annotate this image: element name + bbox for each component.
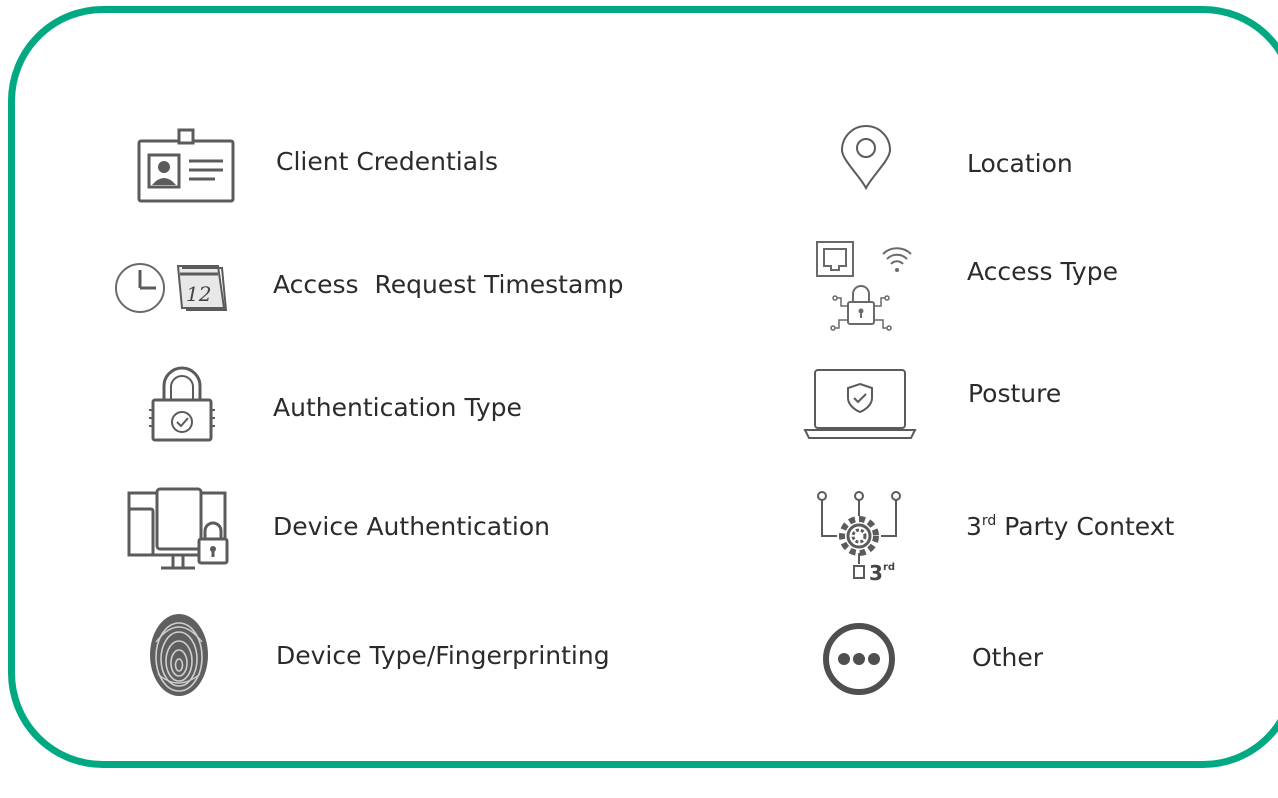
label-suffix: Party Context <box>996 512 1175 541</box>
padlock-check-icon <box>149 366 215 444</box>
more-dots-icon <box>820 620 898 698</box>
badge-number: 3 <box>869 561 883 585</box>
clock-calendar-icon: 12 <box>106 258 230 314</box>
item-label: Device Authentication <box>273 512 550 541</box>
gear-network-3rd-icon: 3 rd <box>815 488 915 585</box>
item-label: Device Type/Fingerprinting <box>276 641 610 670</box>
item-label: 3rd Party Context <box>966 512 1174 542</box>
map-pin-icon <box>840 125 892 191</box>
item-label: Other <box>972 643 1043 672</box>
label-prefix: 3 <box>966 512 982 541</box>
calendar-day: 12 <box>186 282 211 306</box>
item-label: Client Credentials <box>276 147 499 176</box>
devices-lock-icon <box>127 487 231 575</box>
item-label: Access Request Timestamp <box>273 270 624 299</box>
item-label: Posture <box>968 379 1062 408</box>
ethernet-wifi-lock-icon <box>815 240 917 332</box>
item-label: Authentication Type <box>273 393 522 422</box>
item-label: Access Type <box>967 257 1118 286</box>
badge-sup: rd <box>883 562 895 573</box>
fingerprint-icon <box>148 612 210 698</box>
item-label: Location <box>967 149 1073 178</box>
label-sup: rd <box>981 513 997 529</box>
id-badge-icon <box>137 127 235 203</box>
laptop-shield-icon <box>803 368 917 440</box>
